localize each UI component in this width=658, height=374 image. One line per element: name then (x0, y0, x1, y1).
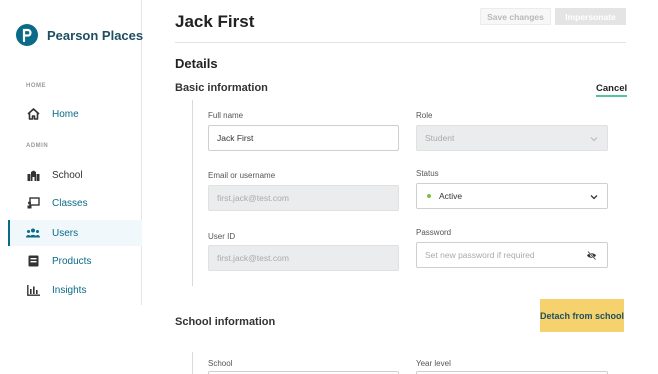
year-level-label: Year level (416, 359, 451, 368)
sidebar-item-label: Products (52, 255, 92, 267)
school-label: School (208, 359, 233, 368)
status-select[interactable]: Active (416, 183, 608, 209)
details-heading: Details (175, 56, 218, 71)
sidebar-item-home[interactable]: Home (8, 101, 142, 127)
basic-information-heading: Basic information (175, 82, 268, 94)
sidebar-item-insights[interactable]: Insights (8, 277, 142, 303)
sidebar-item-users[interactable]: Users (8, 220, 142, 246)
chevron-down-icon (590, 137, 598, 142)
user-id-value: first.jack@test.com (217, 253, 289, 263)
home-icon (26, 107, 40, 121)
password-placeholder: Set new password if required (425, 250, 535, 260)
school-icon (26, 168, 40, 182)
sidebar-section-home: HOME (26, 83, 46, 89)
password-field[interactable]: Set new password if required (416, 242, 608, 268)
status-value: Active (439, 191, 463, 201)
users-icon (26, 226, 40, 240)
status-active-dot-icon (427, 194, 431, 198)
password-label: Password (416, 228, 452, 237)
header-divider (175, 42, 626, 43)
full-name-field[interactable]: Jack First (208, 125, 399, 151)
classes-icon (26, 196, 40, 210)
school-information-heading: School information (175, 316, 276, 328)
email-label: Email or username (208, 171, 276, 180)
user-id-field[interactable]: first.jack@test.com (208, 245, 399, 271)
brand[interactable]: Pearson Places (16, 24, 143, 46)
products-icon (26, 254, 40, 268)
full-name-value: Jack First (217, 133, 254, 143)
chevron-down-icon (590, 195, 598, 200)
sidebar-item-label: Users (52, 227, 79, 239)
school-info-rule (192, 352, 193, 374)
sidebar-item-label: Classes (52, 197, 88, 209)
email-value: first.jack@test.com (217, 193, 289, 203)
page-title: Jack First (175, 12, 255, 31)
sidebar-item-label: Home (52, 108, 79, 120)
role-select[interactable]: Student (416, 125, 608, 151)
role-label: Role (416, 111, 433, 120)
email-field[interactable]: first.jack@test.com (208, 185, 399, 211)
basic-info-rule (192, 100, 193, 286)
cancel-link[interactable]: Cancel (596, 83, 628, 97)
user-id-label: User ID (208, 232, 236, 241)
sidebar-item-products[interactable]: Products (8, 248, 142, 274)
status-label: Status (416, 169, 439, 178)
role-value: Student (425, 133, 455, 143)
sidebar: Pearson Places HOME Home ADMIN School Cl… (0, 0, 143, 305)
brand-name: Pearson Places (47, 27, 144, 43)
save-changes-button[interactable]: Save changes (480, 8, 551, 25)
eye-slash-icon[interactable] (586, 250, 597, 261)
detach-from-school-button[interactable]: Detach from school (540, 299, 624, 332)
impersonate-button[interactable]: Impersonate (555, 8, 626, 25)
sidebar-item-classes[interactable]: Classes (8, 190, 142, 216)
sidebar-item-school[interactable]: School (8, 162, 142, 188)
full-name-label: Full name (208, 111, 244, 120)
sidebar-section-admin: ADMIN (26, 143, 49, 149)
sidebar-item-label: Insights (52, 284, 87, 296)
pearson-logo-icon (16, 24, 38, 46)
insights-icon (26, 283, 40, 297)
sidebar-item-label: School (52, 169, 83, 181)
